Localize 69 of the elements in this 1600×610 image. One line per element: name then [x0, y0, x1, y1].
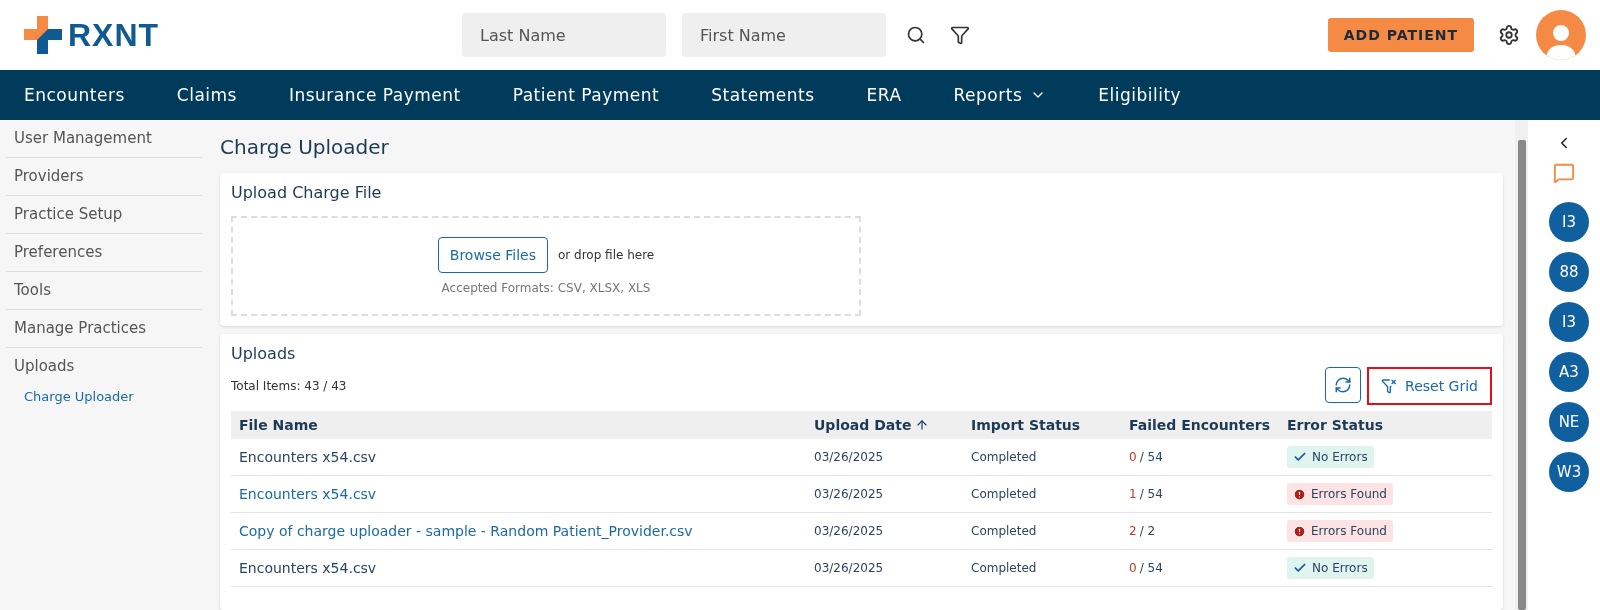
scrollbar-thumb[interactable]: [1517, 140, 1526, 610]
file-name-cell: Encounters x54.csv: [231, 550, 806, 587]
avatar-badge[interactable]: W3: [1549, 452, 1589, 492]
avatar-badge[interactable]: NE: [1549, 402, 1589, 442]
failed-encounters-cell: 0 / 54: [1121, 550, 1279, 587]
sidebar-item[interactable]: Preferences: [6, 234, 202, 272]
nav-tab[interactable]: Claims: [176, 85, 237, 105]
reset-grid-button[interactable]: Reset Grid: [1367, 367, 1492, 405]
sidebar-item[interactable]: Providers: [6, 158, 202, 196]
check-icon: [1293, 561, 1307, 575]
error-status-badge: Errors Found: [1287, 483, 1393, 505]
failed-encounters-cell: 2 / 2: [1121, 513, 1279, 550]
alert-icon: [1293, 524, 1306, 538]
nav-tab[interactable]: ERA: [866, 85, 902, 105]
logo-cross-icon: [24, 16, 62, 54]
card-title: Uploads: [231, 344, 297, 363]
column-header[interactable]: File Name: [231, 411, 806, 439]
nav-tab[interactable]: Encounters: [24, 85, 125, 105]
sidebar-item[interactable]: Practice Setup: [6, 196, 202, 234]
search-field[interactable]: Last Name: [462, 13, 666, 57]
refresh-button[interactable]: [1325, 367, 1362, 403]
card-title: Upload Charge File: [231, 183, 383, 202]
failed-encounters-cell: 0 / 54: [1121, 439, 1279, 476]
page-title: Charge Uploader: [220, 135, 390, 159]
browse-files-button[interactable]: Browse Files: [437, 237, 548, 273]
import-status-cell: Completed: [963, 513, 1121, 550]
drop-zone[interactable]: Browse Files or drop file here Accepted Formats: CSV, XLSX, XLS: [231, 216, 861, 316]
alert-icon: [1293, 487, 1306, 501]
column-header[interactable]: Error Status: [1279, 411, 1492, 439]
column-header[interactable]: Failed Encounters: [1121, 411, 1279, 439]
nav-tab[interactable]: Eligibility: [1098, 85, 1182, 105]
avatar-badge[interactable]: A3: [1549, 352, 1589, 392]
error-status-badge: No Errors: [1287, 557, 1374, 579]
refresh-icon: [1334, 376, 1353, 394]
nav-tab[interactable]: Patient Payment: [512, 85, 660, 105]
filter-clear-icon: [1381, 378, 1398, 394]
sidebar-item[interactable]: Tools: [6, 272, 202, 310]
check-icon: [1293, 450, 1307, 464]
sidebar-subitem[interactable]: Charge Uploader: [6, 385, 206, 408]
accepted-formats: Accepted Formats: CSV, XLSX, XLS: [441, 281, 651, 295]
nav-tab[interactable]: Reports: [953, 85, 1047, 105]
add-patient-button[interactable]: ADD PATIENT: [1327, 18, 1474, 52]
drop-hint: or drop file here: [557, 248, 655, 262]
error-status-badge: No Errors: [1287, 446, 1374, 468]
search-field[interactable]: First Name: [682, 13, 886, 57]
failed-encounters-cell: 1 / 54: [1121, 476, 1279, 513]
file-link[interactable]: Encounters x54.csv: [231, 476, 806, 513]
date-cell: 03/26/2025: [806, 513, 963, 550]
avatar-badge[interactable]: 88: [1549, 252, 1589, 292]
total-items: Total Items: 43 / 43: [231, 379, 347, 393]
date-cell: 03/26/2025: [806, 476, 963, 513]
file-link[interactable]: Copy of charge uploader - sample - Random Patient_Provider.csv: [231, 513, 806, 550]
error-status-badge: Errors Found: [1287, 520, 1393, 542]
avatar-badge[interactable]: I3: [1549, 302, 1589, 342]
date-cell: 03/26/2025: [806, 550, 963, 587]
file-name-cell: Encounters x54.csv: [231, 439, 806, 476]
column-header[interactable]: Import Status: [963, 411, 1121, 439]
avatar-badge[interactable]: I3: [1549, 202, 1589, 242]
nav-tab[interactable]: Insurance Payment: [288, 85, 461, 105]
sidebar-item[interactable]: Uploads: [6, 348, 202, 385]
import-status-cell: Completed: [963, 439, 1121, 476]
import-status-cell: Completed: [963, 476, 1121, 513]
sidebar-item[interactable]: User Management: [6, 120, 202, 158]
sidebar-item[interactable]: Manage Practices: [6, 310, 202, 348]
nav-tab[interactable]: Statements: [711, 85, 815, 105]
import-status-cell: Completed: [963, 550, 1121, 587]
date-cell: 03/26/2025: [806, 439, 963, 476]
logo-text: RXNT: [68, 16, 160, 54]
column-header[interactable]: Upload Date: [806, 411, 963, 439]
